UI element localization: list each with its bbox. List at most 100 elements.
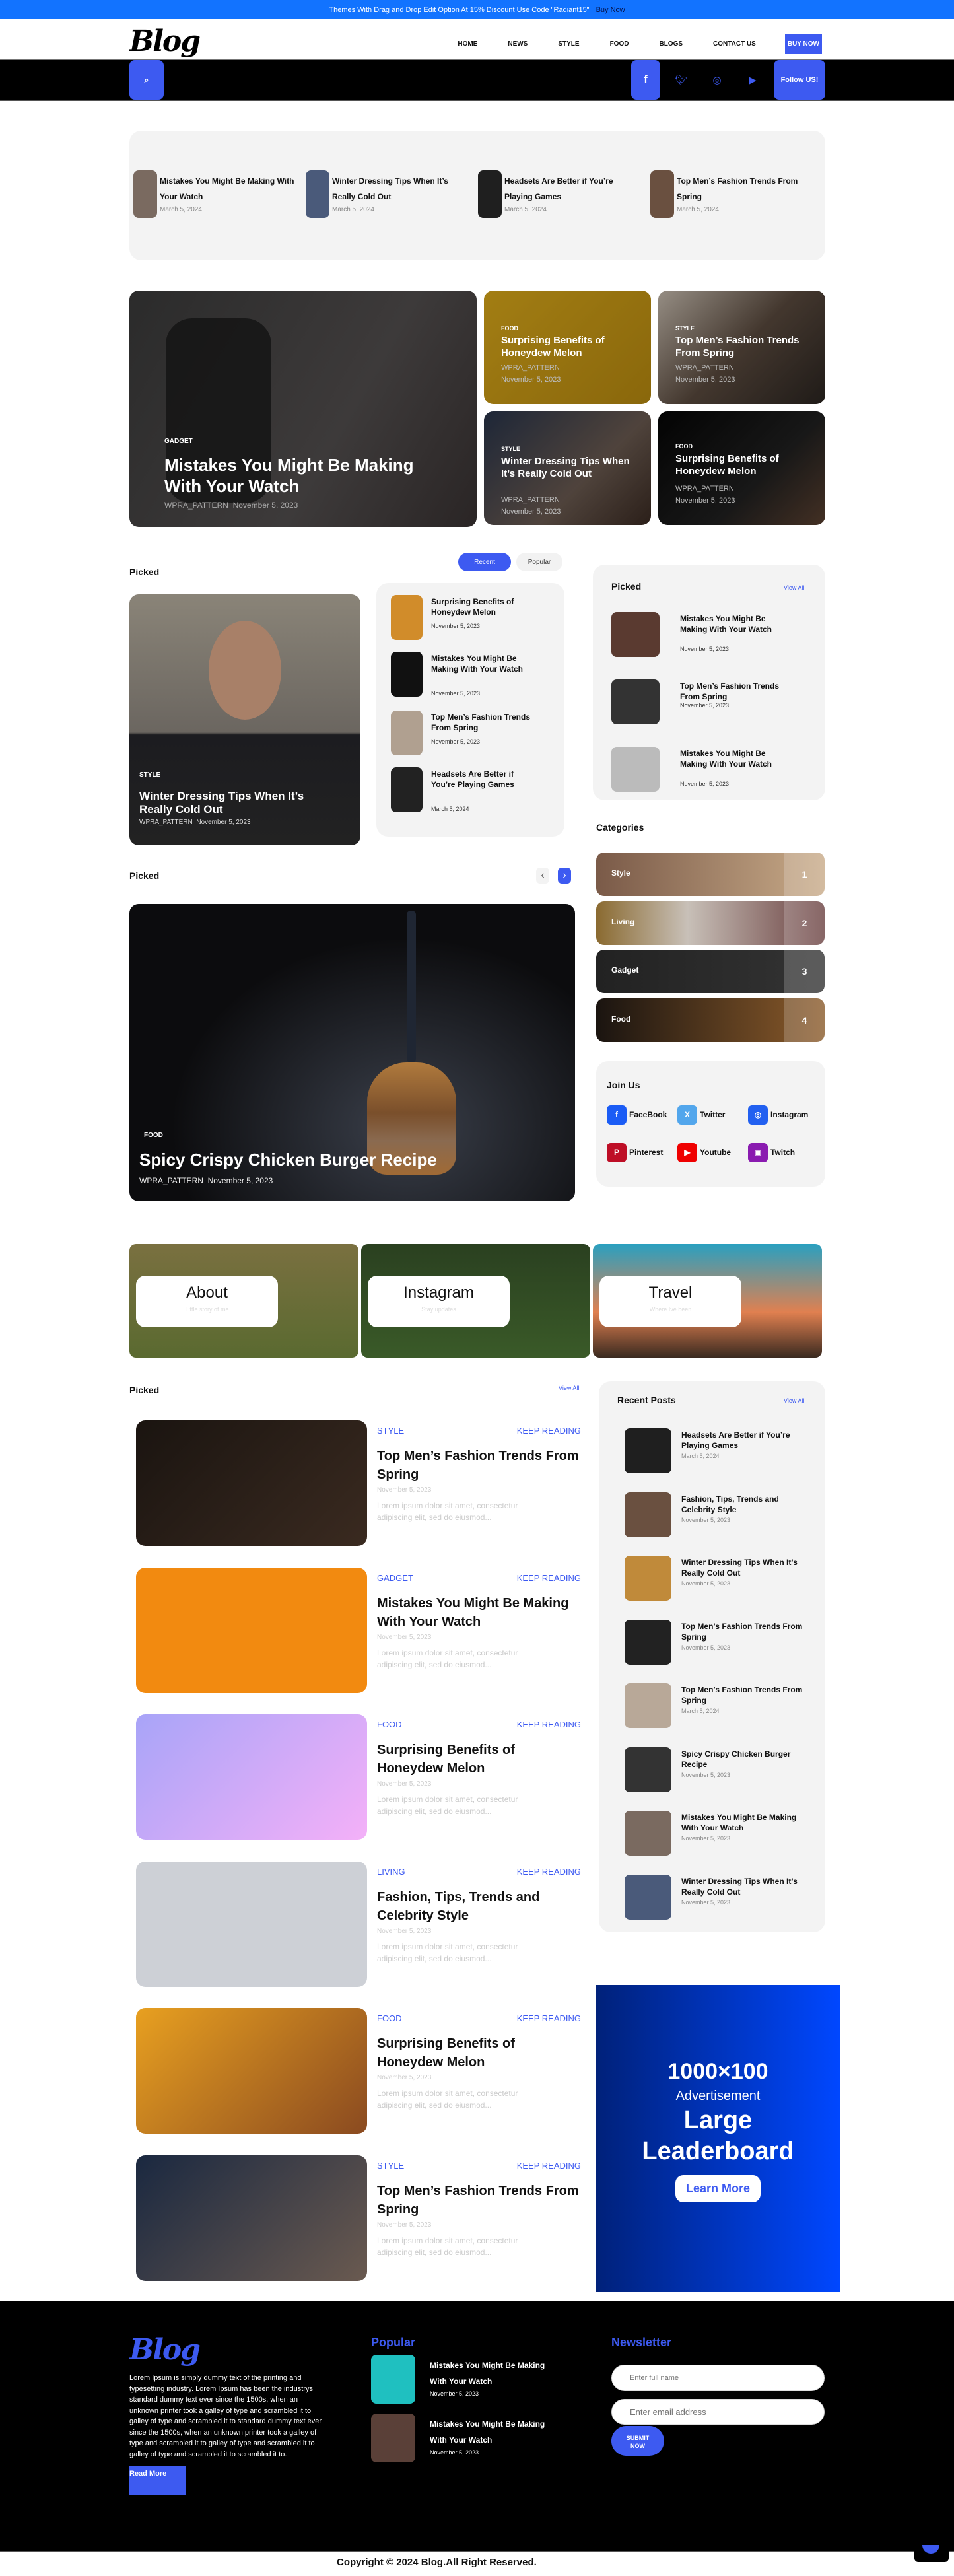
prev-button[interactable]: ‹ [536,868,549,884]
author[interactable]: WPRA_PATTERN [675,362,807,374]
post-thumbnail[interactable] [391,767,423,812]
banner-instagram[interactable]: Instagram Stay updates [361,1244,590,1358]
social-facebook-link[interactable]: f FaceBook [607,1105,667,1125]
tile-tag[interactable]: FOOD [675,443,693,450]
tile-tag[interactable]: FOOD [501,325,518,331]
post-title[interactable]: Top Men’s Fashion Trends From Spring [377,2182,582,2219]
post-card[interactable]: LIVING KEEP READING Fashion, Tips, Trend… [136,1861,582,1987]
sidebar-picked-item[interactable]: Top Men’s Fashion Trends From Spring Nov… [611,679,809,726]
recent-post-title[interactable]: Mistakes You Might Be Making With Your W… [681,1812,807,1833]
post-thumbnail[interactable] [611,747,660,792]
footer-popular-title[interactable]: Mistakes You Might Be Making With Your W… [430,2416,555,2448]
keep-reading-link[interactable]: KEEP READING [517,1867,581,1877]
post-category[interactable]: LIVING [377,1867,405,1877]
author[interactable]: WPRA_PATTERN [675,483,807,495]
keep-reading-link[interactable]: KEEP READING [517,2013,581,2023]
footer-popular-item[interactable]: Mistakes You Might Be Making With Your W… [371,2414,596,2462]
facebook-button[interactable]: f [631,60,660,100]
recent-post-item[interactable]: Winter Dressing Tips When It’s Really Co… [625,1874,816,1920]
strip-post[interactable]: Mistakes You Might Be Making With Your W… [133,170,302,218]
tile-tag[interactable]: STYLE [675,325,695,331]
social-twitter-link[interactable]: X Twitter [677,1105,725,1125]
post-thumbnail[interactable] [650,170,674,218]
strip-post[interactable]: Winter Dressing Tips When It’s Really Co… [306,170,474,218]
picked-list-title[interactable]: Surprising Benefits of Honeydew Melon [431,596,530,617]
post-thumbnail[interactable] [306,170,329,218]
post-card[interactable]: STYLE KEEP READING Top Men’s Fashion Tre… [136,1420,581,1546]
sidebar-picked-title[interactable]: Top Men’s Fashion Trends From Spring [680,681,792,702]
recent-post-title[interactable]: Fashion, Tips, Trends and Celebrity Styl… [681,1494,807,1515]
site-logo[interactable]: Blog [129,24,201,58]
hero-tile[interactable]: FOOD Surprising Benefits of Honeydew Mel… [484,291,651,404]
tab-recent[interactable]: Recent [458,553,511,571]
strip-post[interactable]: Headsets Are Better if You’re Playing Ga… [478,170,646,218]
post-image[interactable] [136,1567,367,1693]
sidebar-picked-title[interactable]: Mistakes You Might Be Making With Your W… [680,748,792,769]
picked2-title[interactable]: Spicy Crispy Chicken Burger Recipe [139,1150,437,1170]
post-thumbnail[interactable] [133,170,157,218]
post-title[interactable]: Fashion, Tips, Trends and Celebrity Styl… [377,1888,582,1925]
recent-post-item[interactable]: Headsets Are Better if You’re Playing Ga… [625,1428,816,1473]
recent-post-item[interactable]: Mistakes You Might Be Making With Your W… [625,1811,816,1856]
recent-post-item[interactable]: Top Men’s Fashion Trends From Spring Mar… [625,1683,816,1728]
post-thumbnail[interactable] [625,1683,671,1728]
picked-list-item[interactable]: Headsets Are Better if You’re Playing Ga… [391,767,556,814]
post-thumbnail[interactable] [391,711,423,755]
instagram-icon[interactable]: ◎ [704,72,730,88]
post-image[interactable] [136,1714,367,1840]
post-card[interactable]: FOOD KEEP READING Surprising Benefits of… [136,1714,581,1840]
post-thumbnail[interactable] [371,2414,415,2462]
author[interactable]: WPRA_PATTERN [501,362,633,374]
strip-post[interactable]: Top Men’s Fashion Trends From Spring Mar… [650,170,819,218]
recent-post-title[interactable]: Top Men’s Fashion Trends From Spring [681,1685,807,1706]
picked-list-item[interactable]: Top Men’s Fashion Trends From Spring Nov… [391,711,556,757]
category-style[interactable]: Style 1 [596,853,825,896]
youtube-icon[interactable]: ▶ [739,72,766,88]
social-twitch-link[interactable]: ▣ Twitch [748,1142,795,1162]
social-instagram-link[interactable]: ◎ Instagram [748,1105,808,1125]
post-thumbnail[interactable] [625,1619,671,1665]
picked-list-title[interactable]: Headsets Are Better if You’re Playing Ga… [431,769,530,790]
picked-list-item[interactable]: Surprising Benefits of Honeydew Melon No… [391,595,556,641]
strip-post-title[interactable]: Headsets Are Better if You’re Playing Ga… [504,173,643,205]
sidebar-picked-title[interactable]: Mistakes You Might Be Making With Your W… [680,613,792,635]
hero-main-tag[interactable]: GADGET [164,438,193,445]
nav-blogs[interactable]: BLOGS [659,40,683,48]
buy-now-button[interactable]: BUY NOW [784,34,822,54]
author[interactable]: WPRA_PATTERN [139,1176,203,1185]
author[interactable]: WPRA_PATTERN [501,494,633,506]
picked-list-item[interactable]: Mistakes You Might Be Making With Your W… [391,652,556,698]
strip-post-title[interactable]: Top Men’s Fashion Trends From Spring [677,173,815,205]
post-title[interactable]: Surprising Benefits of Honeydew Melon [377,1741,582,1778]
submit-now-button[interactable]: SUBMIT NOW [611,2426,664,2456]
promo-buy-link[interactable]: Buy Now [596,6,625,14]
footer-popular-item[interactable]: Mistakes You Might Be Making With Your W… [371,2355,596,2404]
post-thumbnail[interactable] [625,1556,671,1601]
recent-post-title[interactable]: Winter Dressing Tips When It’s Really Co… [681,1876,807,1897]
post-thumbnail[interactable] [625,1492,671,1537]
post-thumbnail[interactable] [625,1428,671,1473]
recent-post-item[interactable]: Winter Dressing Tips When It’s Really Co… [625,1556,816,1601]
post-category[interactable]: STYLE [377,2161,404,2171]
post-category[interactable]: FOOD [377,1720,402,1729]
post-thumbnail[interactable] [391,595,423,640]
footer-popular-title[interactable]: Mistakes You Might Be Making With Your W… [430,2357,555,2389]
sidebar-picked-item[interactable]: Mistakes You Might Be Making With Your W… [611,612,809,658]
post-image[interactable] [136,2008,367,2134]
post-category[interactable]: FOOD [377,2013,402,2023]
category-food[interactable]: Food 4 [596,998,825,1042]
learn-more-button[interactable]: Learn More [675,2175,761,2202]
back-to-top-button[interactable] [914,2545,949,2562]
recent-post-item[interactable]: Fashion, Tips, Trends and Celebrity Styl… [625,1492,816,1537]
recent-post-title[interactable]: Winter Dressing Tips When It’s Really Co… [681,1557,807,1578]
view-all-link[interactable]: View All [784,584,804,591]
post-thumbnail[interactable] [611,612,660,657]
picked2-feature-card[interactable]: FOOD Spicy Crispy Chicken Burger Recipe … [129,904,575,1201]
author[interactable]: WPRA_PATTERN [139,819,193,826]
recent-view-all[interactable]: View All [784,1397,804,1404]
keep-reading-link[interactable]: KEEP READING [517,1426,581,1436]
keep-reading-link[interactable]: KEEP READING [517,1720,581,1729]
picked-list-title[interactable]: Top Men’s Fashion Trends From Spring [431,712,530,733]
post-category[interactable]: STYLE [377,1426,404,1436]
social-pinterest-link[interactable]: P Pinterest [607,1142,663,1162]
